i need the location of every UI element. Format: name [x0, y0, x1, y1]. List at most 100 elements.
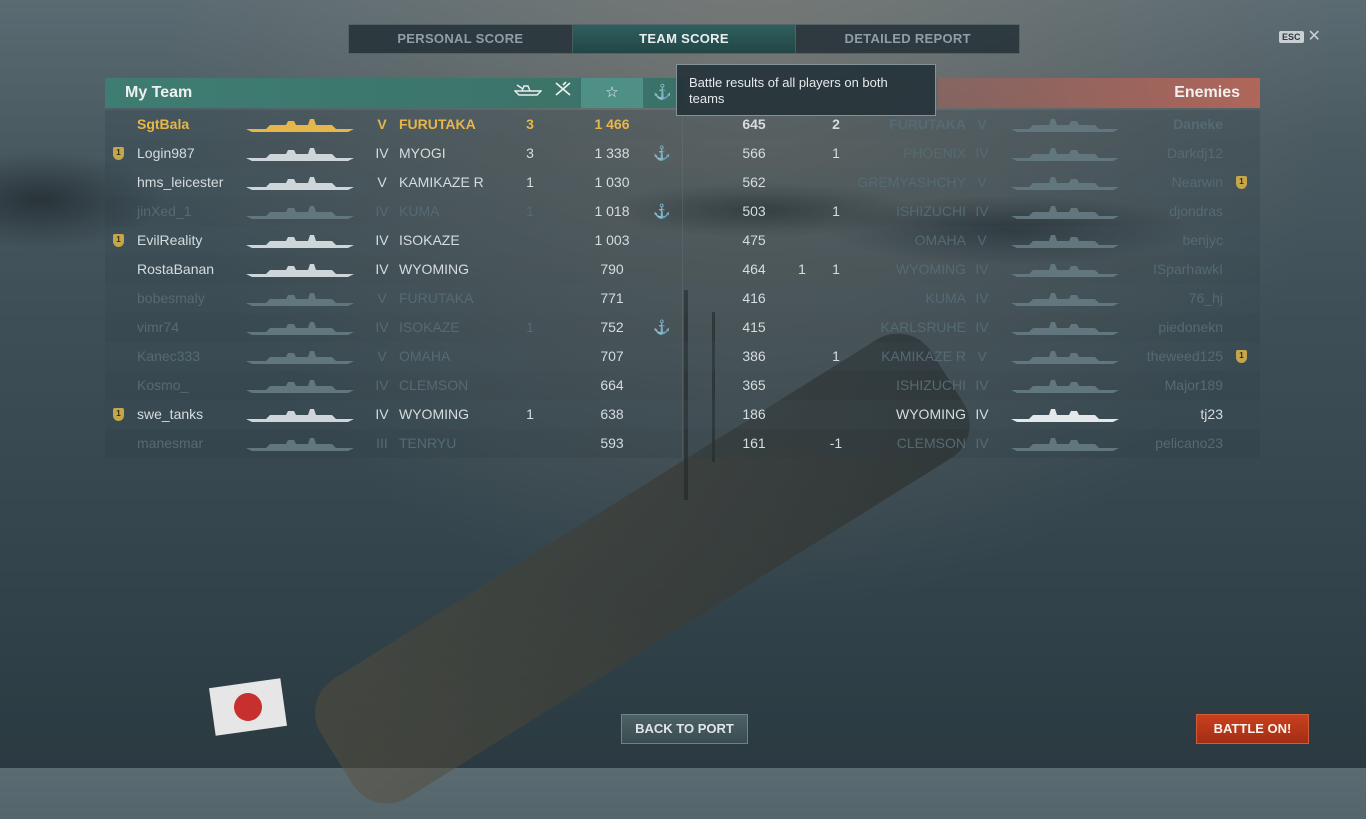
- enemy-player-name[interactable]: pelicano23: [1155, 429, 1223, 458]
- enemy-ship-tier: V: [977, 348, 987, 364]
- ship-name: WYOMING: [399, 406, 469, 422]
- base-xp-score: 1 030: [594, 174, 630, 190]
- player-name[interactable]: manesmar: [137, 429, 203, 458]
- enemy-score: 475: [742, 232, 766, 248]
- rank-badge-icon: 1: [1236, 176, 1247, 189]
- ship-name: FURUTAKA: [399, 116, 476, 132]
- ship-silhouette-icon: [1011, 407, 1119, 423]
- enemy-player-name[interactable]: tj23: [1200, 400, 1223, 429]
- table-row: vimr74 IV ISOKAZE 1 752 ⚓ 415 KARLSRUHE IV piedon…: [105, 313, 1260, 342]
- ship-tier: V: [377, 290, 387, 306]
- plane-kills-icon: [548, 78, 578, 108]
- ship-kills-icon: [513, 78, 543, 108]
- base-xp-score: 1 018: [594, 203, 630, 219]
- ship-silhouette-icon: [1011, 291, 1119, 307]
- enemy-ship-tier: IV: [975, 319, 989, 335]
- enemy-ship-name: WYOMING: [896, 406, 966, 422]
- back-to-port-button[interactable]: BACK TO PORT: [621, 714, 748, 744]
- enemy-ship-name: KAMIKAZE R: [881, 348, 966, 364]
- enemy-ship-tier: V: [977, 116, 987, 132]
- ship-silhouette-icon: [246, 349, 354, 365]
- ship-tier: V: [377, 174, 387, 190]
- enemy-score: 566: [742, 145, 766, 161]
- enemy-score: 562: [742, 174, 766, 190]
- table-row: 1 EvilReality IV ISOKAZE 1 003 475 OMAHA Vbenjy…: [105, 226, 1260, 255]
- enemy-player-name[interactable]: piedonekn: [1158, 313, 1223, 342]
- enemies-title: Enemies: [1174, 84, 1240, 101]
- ship-silhouette-icon: [246, 407, 354, 423]
- ship-name: TENRYU: [399, 435, 457, 451]
- enemy-player-name[interactable]: ISparhawkI: [1153, 255, 1223, 284]
- player-name[interactable]: bobesmaly: [137, 284, 205, 313]
- anchor-icon: ⚓: [653, 145, 671, 161]
- tooltip: Battle results of all players on both te…: [676, 64, 936, 116]
- ship-tier: IV: [375, 377, 389, 393]
- ship-silhouette-icon: [1011, 233, 1119, 249]
- enemy-ship-tier: IV: [975, 377, 989, 393]
- ship-silhouette-icon: [1011, 146, 1119, 162]
- player-name[interactable]: Kanec333: [137, 342, 200, 371]
- enemy-player-name[interactable]: theweed125: [1147, 342, 1223, 371]
- player-name[interactable]: Kosmo_: [137, 371, 188, 400]
- ship-silhouette-icon: [246, 204, 354, 220]
- ship-kills: 1: [526, 406, 534, 422]
- player-name[interactable]: Login987: [137, 139, 195, 168]
- my-team-title: My Team: [125, 84, 193, 101]
- ship-silhouette-icon: [246, 320, 354, 336]
- ship-silhouette-icon: [246, 117, 354, 133]
- close-button[interactable]: ESC ✕: [1279, 29, 1321, 45]
- player-name[interactable]: swe_tanks: [137, 400, 203, 429]
- enemy-score: 464: [742, 261, 766, 277]
- enemy-player-name[interactable]: Major189: [1165, 371, 1223, 400]
- enemy-ship-tier: IV: [975, 145, 989, 161]
- enemy-score: 415: [742, 319, 766, 335]
- tab-personal-score[interactable]: PERSONAL SCORE: [349, 25, 573, 53]
- team-score-table: SgtBala V FURUTAKA 3 1 466 645 2 FURUTAKA V Danek…: [105, 110, 1260, 458]
- base-xp-score: 752: [600, 319, 624, 335]
- ship-name: WYOMING: [399, 261, 469, 277]
- enemy-player-name[interactable]: Nearwin: [1172, 168, 1223, 197]
- enemies-header: Enemies: [938, 78, 1260, 108]
- tab-detailed-report[interactable]: DETAILED REPORT: [796, 25, 1019, 53]
- esc-key-label: ESC: [1279, 31, 1304, 43]
- enemy-ship-tier: IV: [975, 435, 989, 451]
- ship-kills: 3: [526, 145, 534, 161]
- player-name[interactable]: SgtBala: [137, 110, 189, 139]
- base-xp-score: 771: [600, 290, 624, 306]
- player-name[interactable]: vimr74: [137, 313, 179, 342]
- japan-flag: [209, 678, 287, 736]
- enemy-ship-tier: IV: [975, 261, 989, 277]
- base-xp-score: 664: [600, 377, 624, 393]
- ship-silhouette-icon: [1011, 204, 1119, 220]
- enemy-player-name[interactable]: 76_hj: [1189, 284, 1223, 313]
- ship-kills: 1: [526, 203, 534, 219]
- table-row: 1 swe_tanks IV WYOMING 1 638 186 WYOMING IV tj23: [105, 400, 1260, 429]
- player-name[interactable]: hms_leicester: [137, 168, 223, 197]
- ship-silhouette-icon: [1011, 349, 1119, 365]
- ship-tier: IV: [375, 319, 389, 335]
- ship-tier: IV: [375, 261, 389, 277]
- ship-silhouette-icon: [246, 291, 354, 307]
- enemy-player-name[interactable]: Daneke: [1173, 110, 1223, 139]
- score-tabs: PERSONAL SCORE TEAM SCORE DETAILED REPOR…: [348, 24, 1020, 54]
- enemy-player-name[interactable]: djondras: [1169, 197, 1223, 226]
- ship-kills: 1: [526, 174, 534, 190]
- ship-silhouette-icon: [1011, 378, 1119, 394]
- table-row: hms_leicester V KAMIKAZE R 1 1 030 562 GREMYAS…: [105, 168, 1260, 197]
- enemy-ship-tier: IV: [975, 406, 989, 422]
- ship-kills: 1: [526, 319, 534, 335]
- player-name[interactable]: RostaBanan: [137, 255, 214, 284]
- ship-name: KUMA: [399, 203, 440, 219]
- enemy-ship-tier: V: [977, 174, 987, 190]
- base-xp-score: 790: [600, 261, 624, 277]
- enemy-player-name[interactable]: benjyc: [1183, 226, 1223, 255]
- enemy-player-name[interactable]: Darkdj12: [1167, 139, 1223, 168]
- player-name[interactable]: jinXed_1: [137, 197, 192, 226]
- table-row: bobesmaly V FURUTAKA 771 416 KUMA IV 76_hj: [105, 284, 1260, 313]
- tab-team-score[interactable]: TEAM SCORE: [572, 25, 797, 53]
- player-name[interactable]: EvilReality: [137, 226, 202, 255]
- battle-on-button[interactable]: BATTLE ON!: [1196, 714, 1309, 744]
- ship-tier: IV: [375, 145, 389, 161]
- base-xp-score: 1 003: [594, 232, 630, 248]
- ship-name: ISOKAZE: [399, 319, 460, 335]
